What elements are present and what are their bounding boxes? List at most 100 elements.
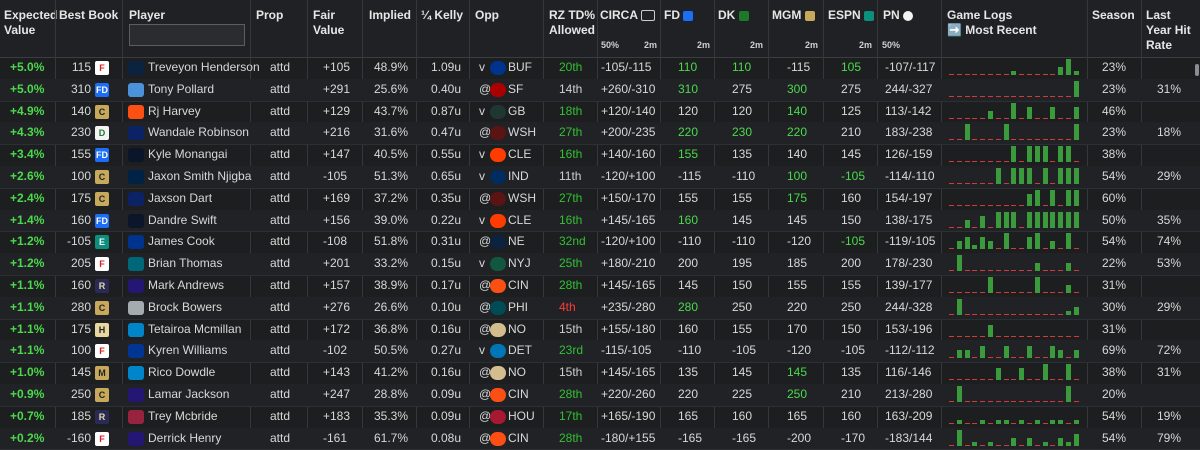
- game-log-miss: [1011, 401, 1017, 402]
- game-log-sparkline[interactable]: [947, 59, 1083, 77]
- player-name[interactable]: Brian Thomas: [148, 253, 222, 275]
- game-log-sparkline[interactable]: [947, 342, 1083, 360]
- game-log-sparkline[interactable]: [947, 233, 1083, 251]
- table-row[interactable]: +0.2% -160 F Derrick Henry attd -161 61.…: [0, 427, 1200, 450]
- last-year-rate: 35%: [1157, 212, 1182, 227]
- game-log-sparkline[interactable]: [947, 321, 1083, 339]
- betrivers-book-icon: R: [95, 409, 109, 424]
- game-log-bar: [1058, 168, 1064, 184]
- table-row[interactable]: +2.4% 175 C Jaxson Dart attd +169 37.2% …: [0, 188, 1200, 211]
- opponent-logo-icon: [490, 235, 506, 250]
- game-log-sparkline[interactable]: [947, 298, 1083, 317]
- game-log-miss: [1019, 95, 1025, 97]
- table-row[interactable]: +3.4% 155 FD Kyle Monangai attd +147 40.…: [0, 144, 1200, 167]
- dk-odds: 155: [732, 321, 753, 336]
- game-log-miss: [956, 335, 962, 337]
- header-ev[interactable]: Expected Value: [4, 0, 57, 57]
- player-name[interactable]: Treveyon Henderson: [148, 57, 260, 79]
- game-log-sparkline[interactable]: [947, 168, 1083, 186]
- player-name[interactable]: James Cook: [148, 231, 215, 253]
- header-rz[interactable]: RZ TD% Allowed: [549, 0, 597, 57]
- dk-label: DK: [718, 8, 736, 22]
- player-name[interactable]: Derrick Henry: [148, 428, 221, 450]
- player-name[interactable]: Kyle Monangai: [148, 144, 227, 166]
- table-row[interactable]: +4.9% 140 C Rj Harvey attd +129 43.7% 0.…: [0, 101, 1200, 124]
- dk-odds: 150: [732, 278, 753, 292]
- game-log-sparkline[interactable]: [947, 386, 1083, 404]
- table-row[interactable]: +1.1% 175 H Tetairoa Mcmillan attd +172 …: [0, 319, 1200, 342]
- table-row[interactable]: +2.6% 100 C Jaxon Smith Njigba attd -105…: [0, 166, 1200, 189]
- table-row[interactable]: +1.1% 160 R Mark Andrews attd +157 38.9%…: [0, 275, 1200, 298]
- game-log-sparkline[interactable]: [947, 429, 1083, 448]
- game-log-sparkline[interactable]: [947, 102, 1083, 121]
- player-name[interactable]: Dandre Swift: [148, 210, 217, 232]
- game-log-sparkline[interactable]: [947, 277, 1083, 295]
- player-name[interactable]: Tetairoa Mcmillan: [148, 319, 241, 341]
- header-fair-value[interactable]: Fair Value: [313, 0, 353, 57]
- pn-odds: 163/-209: [885, 408, 933, 423]
- table-row[interactable]: +0.7% 185 R Trey Mcbride attd +183 35.3%…: [0, 406, 1200, 429]
- game-log-bar: [1073, 350, 1079, 359]
- player-name[interactable]: Brock Bowers: [148, 297, 222, 319]
- table-row[interactable]: +1.1% 100 F Kyren Williams attd -102 50.…: [0, 340, 1200, 364]
- game-log-sparkline[interactable]: [947, 189, 1083, 208]
- player-name[interactable]: Rj Harvey: [148, 101, 201, 123]
- header-prop[interactable]: Prop: [256, 0, 306, 57]
- header-implied[interactable]: Implied: [369, 0, 419, 57]
- table-row[interactable]: +5.0% 310 FD Tony Pollard attd +291 25.6…: [0, 78, 1200, 102]
- game-log-bar: [1066, 59, 1071, 75]
- game-log-sparkline[interactable]: [947, 80, 1083, 99]
- header-opp[interactable]: Opp: [475, 0, 525, 57]
- game-log-miss: [995, 357, 1001, 359]
- mgm-sub-2m: 2m: [805, 40, 819, 50]
- game-log-bar: [980, 237, 986, 250]
- game-log-sparkline[interactable]: [947, 146, 1083, 164]
- mgm-odds: 140: [787, 103, 808, 118]
- table-row[interactable]: +0.9% 250 C Lamar Jackson attd +247 28.8…: [0, 384, 1200, 407]
- player-name[interactable]: Wandale Robinson: [148, 122, 249, 144]
- player-name[interactable]: Mark Andrews: [148, 275, 224, 297]
- player-name[interactable]: Trey Mcbride: [148, 406, 218, 428]
- player-name[interactable]: Lamar Jackson: [148, 384, 229, 406]
- player-search-input[interactable]: [129, 24, 245, 46]
- rz-rank: 16th: [559, 212, 583, 227]
- game-log-bar: [956, 419, 962, 424]
- header-season[interactable]: Season: [1092, 0, 1140, 57]
- header-kelly[interactable]: ¼ Kelly: [421, 0, 471, 57]
- mgm-odds: 155: [787, 278, 808, 292]
- game-log-sparkline[interactable]: [947, 364, 1083, 382]
- table-row[interactable]: +1.2% -105 E James Cook attd -108 51.8% …: [0, 231, 1200, 255]
- table-row[interactable]: +4.3% 230 D Wandale Robinson attd +216 3…: [0, 122, 1200, 146]
- game-log-sparkline[interactable]: [947, 211, 1083, 230]
- table-row[interactable]: +1.2% 205 F Brian Thomas attd +201 33.2%…: [0, 253, 1200, 276]
- game-log-miss: [1034, 379, 1040, 381]
- player-name[interactable]: Jaxson Dart: [148, 188, 212, 210]
- ev-cell: +1.1%: [10, 343, 45, 358]
- game-log-bar: [1066, 285, 1071, 293]
- game-log-miss: [988, 313, 993, 315]
- best-book-odds: 160: [70, 212, 91, 227]
- game-log-sparkline[interactable]: [947, 255, 1083, 273]
- header-game-logs[interactable]: Game Logs ➡️ Most Recent: [947, 0, 1087, 57]
- implied-prob: 40.5%: [374, 147, 409, 162]
- table-row[interactable]: +1.4% 160 FD Dandre Swift attd +156 39.0…: [0, 209, 1200, 233]
- table-row[interactable]: +5.0% 115 F Treveyon Henderson attd +105…: [0, 57, 1200, 80]
- header-last-year[interactable]: Last Year Hit Rate: [1146, 0, 1198, 57]
- player-name[interactable]: Jaxon Smith Njigba: [148, 166, 251, 188]
- player-name[interactable]: Rico Dowdle: [148, 362, 215, 384]
- header-best-book[interactable]: Best Book: [59, 0, 121, 57]
- scrollbar-thumb[interactable]: [1195, 64, 1199, 76]
- game-log-sparkline[interactable]: [947, 124, 1083, 142]
- best-book-odds: 185: [70, 408, 91, 423]
- game-log-miss: [988, 74, 993, 75]
- player-name[interactable]: Kyren Williams: [148, 340, 227, 362]
- fd-label: FD: [664, 8, 680, 22]
- table-row[interactable]: +1.0% 145 M Rico Dowdle attd +143 41.2% …: [0, 362, 1200, 385]
- circa-odds: +180/-210: [601, 256, 656, 271]
- season-rate: 31%: [1102, 278, 1127, 292]
- table-row[interactable]: +1.1% 280 C Brock Bowers attd +276 26.6%…: [0, 296, 1200, 320]
- circa-odds: +165/-190: [601, 408, 656, 423]
- player-name[interactable]: Tony Pollard: [148, 79, 214, 101]
- game-log-miss: [1019, 444, 1025, 446]
- game-log-sparkline[interactable]: [947, 408, 1083, 426]
